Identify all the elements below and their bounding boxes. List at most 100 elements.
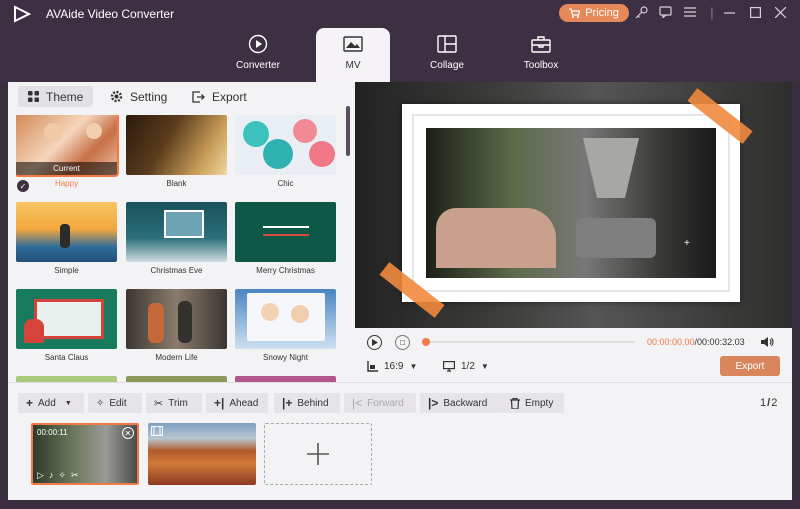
page-total: 2	[771, 397, 778, 409]
edit-button[interactable]: ✧ Edit	[88, 393, 142, 413]
mv-icon	[343, 36, 363, 52]
theme-thumb	[126, 202, 227, 262]
ahead-button[interactable]: +| Ahead	[206, 393, 268, 413]
ahead-icon: +|	[214, 396, 225, 410]
feedback-icon[interactable]	[656, 3, 674, 21]
theme-caption: Simple	[54, 266, 79, 275]
time-display: 00:00:00.00/00:00:32.03	[647, 337, 745, 347]
total-time: /00:00:32.03	[694, 337, 745, 347]
theme-thumb	[16, 202, 117, 262]
trim-button[interactable]: ✂ Trim	[146, 393, 202, 413]
cart-icon	[569, 8, 581, 18]
theme-thumb	[126, 115, 227, 175]
add-label: Add	[38, 397, 56, 409]
monitor-icon	[443, 361, 455, 372]
theme-thumb: Current	[16, 115, 119, 177]
play-button[interactable]	[367, 335, 382, 350]
aspect-ratio-value: 16:9	[384, 361, 404, 372]
behind-button[interactable]: |+ Behind	[274, 393, 340, 413]
theme-snowy-night[interactable]: Snowy Night	[235, 289, 336, 363]
theme-chic[interactable]: Chic	[235, 115, 336, 189]
pricing-button[interactable]: Pricing	[559, 4, 629, 22]
theme-merry-christmas[interactable]: Merry Christmas	[235, 202, 336, 276]
grid-icon	[28, 91, 39, 102]
theme-scrollbar[interactable]	[346, 106, 350, 156]
plus-icon: +	[26, 396, 34, 410]
timeline-clip[interactable]: 00:00:11 ✕ ▷ ♪ ✧ ✂	[31, 423, 139, 485]
theme-simple[interactable]: Simple	[16, 202, 117, 276]
theme-santa-claus[interactable]: Santa Claus	[16, 289, 117, 363]
ahead-label: Ahead	[229, 397, 259, 409]
nav-mv[interactable]: MV	[316, 28, 390, 82]
page-separator: /	[767, 397, 771, 409]
behind-icon: |+	[282, 396, 293, 410]
nav-collage[interactable]: Collage	[410, 28, 484, 82]
backward-icon: |>	[428, 396, 439, 410]
forward-label: Forward	[367, 397, 404, 409]
theme-grid: Current Happy Blank Chic Simple Christma…	[16, 115, 338, 382]
export-button[interactable]: Export	[720, 356, 780, 376]
theme-modern-life[interactable]: Modern Life	[126, 289, 227, 363]
nav-toolbox[interactable]: Toolbox	[504, 28, 578, 82]
toolbox-icon	[531, 36, 551, 53]
key-icon[interactable]	[632, 3, 650, 21]
add-clip-button[interactable]	[264, 423, 372, 485]
timeline-panel: + Add ▼ ✧ Edit ✂ Trim +| Ahead |+ Behind…	[8, 382, 792, 500]
panel-tabs: Theme Setting Export	[8, 86, 355, 108]
progress-handle[interactable]	[422, 338, 430, 346]
progress-bar[interactable]	[422, 338, 635, 346]
theme-christmas-eve[interactable]: Christmas Eve	[126, 202, 227, 276]
app-title: AVAide Video Converter	[46, 7, 175, 21]
trash-icon	[510, 397, 520, 409]
trim-label: Trim	[168, 397, 188, 409]
aspect-ratio-select[interactable]: 16:9 ▼	[367, 361, 417, 372]
maximize-icon[interactable]	[746, 3, 764, 21]
backward-label: Backward	[443, 397, 488, 409]
page-current: 1	[760, 397, 767, 409]
clip-tools: ▷ ♪ ✧ ✂	[37, 470, 79, 481]
backward-button[interactable]: |> Backward	[420, 393, 502, 413]
chevron-down-icon: ▼	[409, 362, 418, 371]
forward-button[interactable]: |< Forward	[344, 393, 416, 413]
theme-thumb	[235, 289, 336, 349]
nav-collage-label: Collage	[430, 60, 464, 71]
clip-duration: 00:00:11	[37, 428, 68, 437]
plus-icon	[307, 443, 329, 465]
clip-play-icon[interactable]: ▷	[37, 470, 44, 481]
theme-thumb	[235, 202, 336, 262]
pricing-label: Pricing	[585, 7, 619, 19]
converter-icon	[248, 34, 268, 54]
magic-wand-icon: ✧	[96, 397, 105, 409]
clip-remove-icon[interactable]: ✕	[122, 427, 134, 439]
tab-setting[interactable]: Setting	[100, 86, 177, 107]
page-select[interactable]: 1/2 ▼	[443, 361, 489, 372]
menu-icon[interactable]	[681, 3, 699, 21]
stop-button[interactable]	[395, 335, 410, 350]
empty-button[interactable]: Empty	[502, 393, 564, 413]
close-icon[interactable]	[771, 3, 789, 21]
film-icon	[151, 426, 163, 436]
add-button[interactable]: + Add ▼	[18, 393, 84, 413]
export-icon	[192, 90, 205, 103]
empty-label: Empty	[525, 397, 554, 409]
theme-caption: Santa Claus	[44, 353, 89, 362]
stop-icon	[400, 340, 405, 345]
clip-effect-icon[interactable]: ✧	[58, 470, 66, 481]
clip-audio-icon[interactable]: ♪	[49, 470, 54, 481]
tab-export[interactable]: Export	[182, 86, 257, 107]
current-time: 00:00:00.00	[647, 337, 695, 347]
theme-happy[interactable]: Current Happy	[16, 115, 119, 189]
clip-cut-icon[interactable]: ✂	[71, 470, 79, 481]
minimize-icon[interactable]	[720, 3, 738, 21]
app-logo-icon	[14, 5, 31, 23]
theme-caption: Snowy Night	[263, 353, 308, 362]
nav-converter[interactable]: Converter	[221, 28, 295, 82]
volume-icon[interactable]	[760, 335, 774, 349]
current-label: Current	[16, 162, 117, 175]
gear-icon	[110, 90, 123, 103]
tab-theme[interactable]: Theme	[18, 86, 94, 107]
theme-thumb	[126, 289, 227, 349]
theme-blank[interactable]: Blank	[126, 115, 227, 189]
timeline-clip[interactable]	[148, 423, 256, 485]
chevron-down-icon: ▼	[480, 362, 489, 371]
